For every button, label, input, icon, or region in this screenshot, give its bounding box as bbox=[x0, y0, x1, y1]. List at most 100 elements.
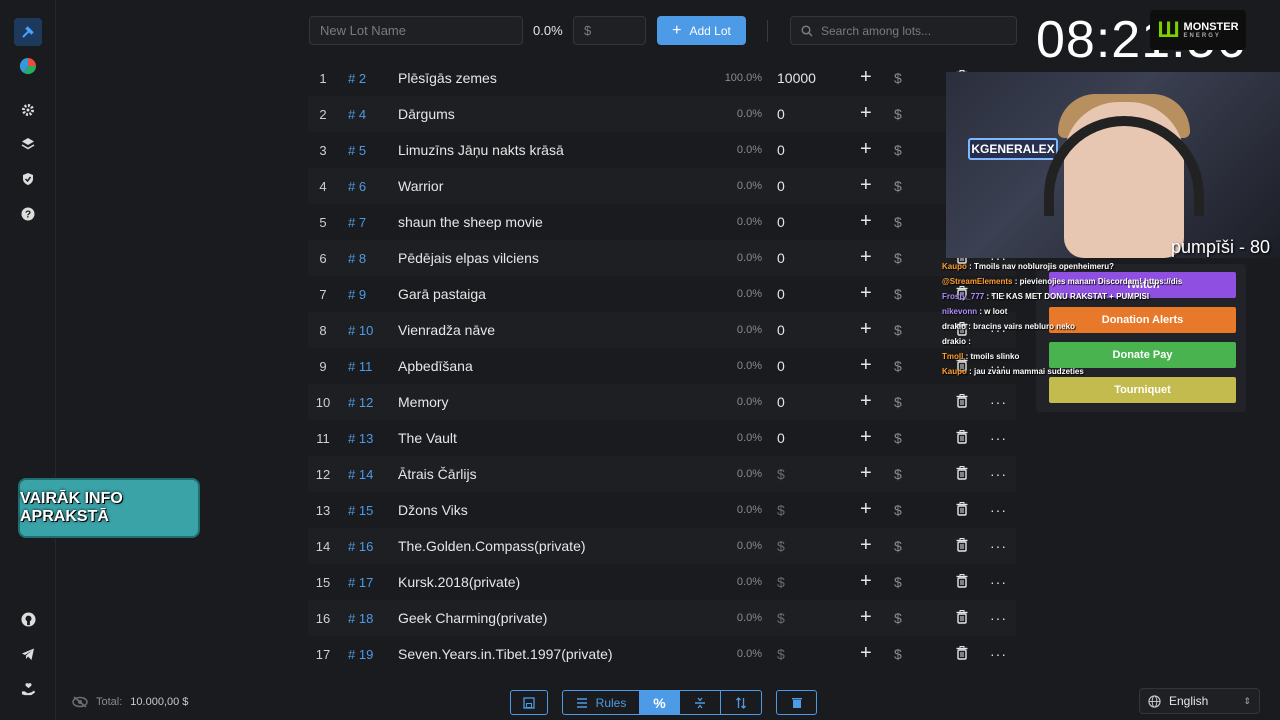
lot-id[interactable]: # 2 bbox=[348, 71, 366, 86]
rules-button[interactable]: Rules bbox=[563, 691, 639, 714]
add-amount-button[interactable]: + bbox=[860, 174, 872, 197]
more-options-icon[interactable]: ··· bbox=[990, 610, 1007, 626]
add-amount-button[interactable]: + bbox=[860, 390, 872, 413]
add-amount-button[interactable]: + bbox=[860, 138, 872, 161]
more-options-icon[interactable]: ··· bbox=[990, 646, 1007, 662]
lot-id[interactable]: # 10 bbox=[348, 323, 373, 338]
add-amount-button[interactable]: + bbox=[860, 642, 872, 665]
lot-id[interactable]: # 8 bbox=[348, 251, 366, 266]
add-amount-button[interactable]: + bbox=[860, 102, 872, 125]
lot-amount-input[interactable]: 0 bbox=[777, 250, 785, 266]
more-options-icon[interactable]: ··· bbox=[990, 394, 1007, 410]
lot-name[interactable]: Memory bbox=[398, 394, 449, 410]
dollar-icon[interactable]: $ bbox=[894, 502, 902, 518]
lot-name[interactable]: The.Golden.Compass(private) bbox=[398, 538, 586, 554]
new-lot-amount-input[interactable]: $ bbox=[573, 16, 646, 45]
dollar-icon[interactable]: $ bbox=[894, 646, 902, 662]
lot-name[interactable]: Pēdējais elpas vilciens bbox=[398, 250, 539, 266]
lot-name[interactable]: Apbedīšana bbox=[398, 358, 473, 374]
lot-id[interactable]: # 18 bbox=[348, 611, 373, 626]
lot-name[interactable]: Limuzīns Jāņu nakts krāsā bbox=[398, 142, 564, 158]
add-amount-button[interactable]: + bbox=[860, 210, 872, 233]
dollar-icon[interactable]: $ bbox=[894, 322, 902, 338]
dollar-icon[interactable]: $ bbox=[894, 574, 902, 590]
dollar-icon[interactable]: $ bbox=[894, 286, 902, 302]
dollar-icon[interactable]: $ bbox=[894, 538, 902, 554]
dollar-icon[interactable]: $ bbox=[894, 142, 902, 158]
add-amount-button[interactable]: + bbox=[860, 66, 872, 89]
lot-name[interactable]: Ātrais Čārlijs bbox=[398, 466, 477, 482]
lot-name[interactable]: Vienradža nāve bbox=[398, 322, 495, 338]
lot-amount-input[interactable]: 0 bbox=[777, 214, 785, 230]
trash-icon[interactable] bbox=[956, 610, 968, 627]
lot-id[interactable]: # 19 bbox=[348, 647, 373, 662]
lot-id[interactable]: # 9 bbox=[348, 287, 366, 302]
lot-amount-input[interactable]: 0 bbox=[777, 142, 785, 158]
add-amount-button[interactable]: + bbox=[860, 606, 872, 629]
lot-id[interactable]: # 11 bbox=[348, 359, 372, 374]
more-options-icon[interactable]: ··· bbox=[990, 430, 1007, 446]
layers-icon[interactable] bbox=[14, 130, 42, 158]
language-select[interactable]: English ⇕ bbox=[1139, 688, 1260, 714]
lot-amount-input[interactable]: $ bbox=[777, 574, 785, 590]
dollar-icon[interactable]: $ bbox=[894, 358, 902, 374]
add-lot-button[interactable]: + Add Lot bbox=[657, 16, 746, 45]
dollar-icon[interactable]: $ bbox=[894, 178, 902, 194]
more-options-icon[interactable]: ··· bbox=[990, 538, 1007, 554]
lot-amount-input[interactable]: $ bbox=[777, 502, 785, 518]
trash-icon[interactable] bbox=[956, 538, 968, 555]
search-input[interactable]: Search among lots... bbox=[790, 16, 1017, 45]
lot-id[interactable]: # 14 bbox=[348, 467, 373, 482]
lot-amount-input[interactable]: $ bbox=[777, 610, 785, 626]
add-amount-button[interactable]: + bbox=[860, 498, 872, 521]
lot-id[interactable]: # 7 bbox=[348, 215, 366, 230]
lot-name[interactable]: Džons Viks bbox=[398, 502, 468, 518]
trash-icon[interactable] bbox=[956, 502, 968, 519]
trash-icon[interactable] bbox=[956, 466, 968, 483]
lot-id[interactable]: # 6 bbox=[348, 179, 366, 194]
dollar-icon[interactable]: $ bbox=[894, 70, 902, 86]
clear-all-button[interactable] bbox=[776, 690, 817, 715]
lot-amount-input[interactable]: $ bbox=[777, 538, 785, 554]
github-icon[interactable] bbox=[14, 605, 42, 633]
lot-id[interactable]: # 17 bbox=[348, 575, 373, 590]
lot-name[interactable]: Garā pastaiga bbox=[398, 286, 486, 302]
lot-amount-input[interactable]: 0 bbox=[777, 286, 785, 302]
lot-id[interactable]: # 13 bbox=[348, 431, 373, 446]
more-options-icon[interactable]: ··· bbox=[990, 574, 1007, 590]
lot-amount-input[interactable]: $ bbox=[777, 466, 785, 482]
dollar-icon[interactable]: $ bbox=[894, 106, 902, 122]
lot-amount-input[interactable]: 0 bbox=[777, 322, 785, 338]
add-amount-button[interactable]: + bbox=[860, 570, 872, 593]
lot-amount-input[interactable]: 0 bbox=[777, 178, 785, 194]
shield-icon[interactable] bbox=[14, 165, 42, 193]
dollar-icon[interactable]: $ bbox=[894, 250, 902, 266]
percent-toggle-button[interactable]: % bbox=[639, 691, 680, 714]
lot-id[interactable]: # 5 bbox=[348, 143, 366, 158]
lot-amount-input[interactable]: 0 bbox=[777, 394, 785, 410]
compress-button[interactable] bbox=[680, 691, 721, 714]
more-options-icon[interactable]: ··· bbox=[990, 466, 1007, 482]
lot-id[interactable]: # 12 bbox=[348, 395, 373, 410]
lot-amount-input[interactable]: $ bbox=[777, 646, 785, 662]
add-amount-button[interactable]: + bbox=[860, 318, 872, 341]
lot-name[interactable]: Warrior bbox=[398, 178, 443, 194]
trash-icon[interactable] bbox=[956, 394, 968, 411]
help-icon[interactable]: ? bbox=[14, 200, 42, 228]
lot-name[interactable]: Plēsīgās zemes bbox=[398, 70, 497, 86]
dollar-icon[interactable]: $ bbox=[894, 394, 902, 410]
add-amount-button[interactable]: + bbox=[860, 534, 872, 557]
dollar-icon[interactable]: $ bbox=[894, 214, 902, 230]
add-amount-button[interactable]: + bbox=[860, 354, 872, 377]
lot-id[interactable]: # 16 bbox=[348, 539, 373, 554]
telegram-icon[interactable] bbox=[14, 640, 42, 668]
eye-off-icon[interactable] bbox=[72, 696, 88, 708]
auction-hammer-icon[interactable] bbox=[14, 18, 42, 46]
add-amount-button[interactable]: + bbox=[860, 426, 872, 449]
dollar-icon[interactable]: $ bbox=[894, 430, 902, 446]
lot-name[interactable]: Geek Charming(private) bbox=[398, 610, 547, 626]
save-button[interactable] bbox=[510, 690, 548, 715]
more-options-icon[interactable]: ··· bbox=[990, 502, 1007, 518]
lot-name[interactable]: Dārgums bbox=[398, 106, 455, 122]
add-amount-button[interactable]: + bbox=[860, 246, 872, 269]
